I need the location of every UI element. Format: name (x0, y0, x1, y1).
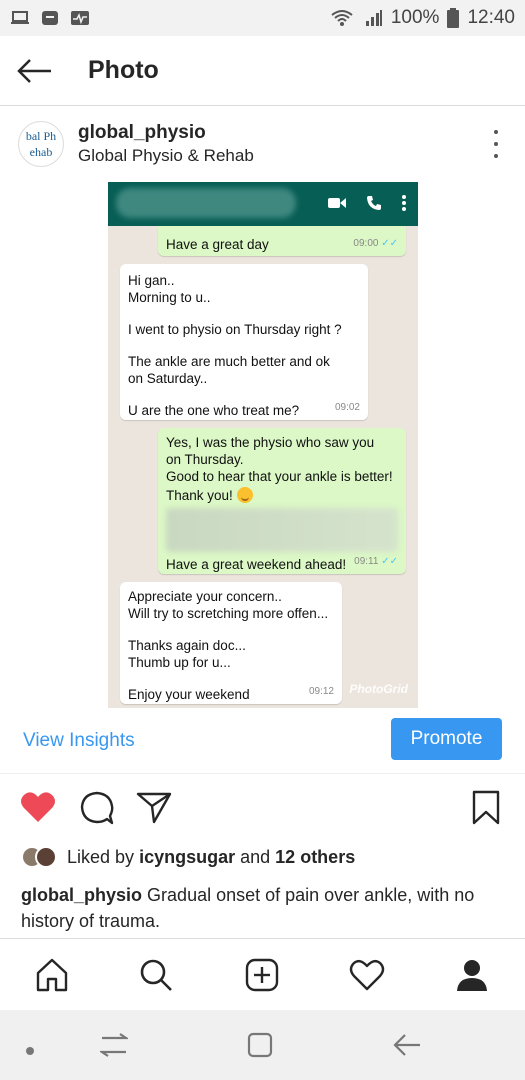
message-text: I went to physio on Thursday right ? (128, 322, 342, 337)
nav-search[interactable] (138, 957, 174, 993)
post-caption: global_physio Gradual onset of pain over… (21, 882, 501, 934)
avatar-logo-text: ehab (29, 145, 53, 159)
nav-new-post[interactable] (244, 957, 280, 993)
video-call-icon (328, 198, 346, 208)
recent-apps-icon (98, 1033, 130, 1057)
send-icon (136, 792, 172, 824)
bottom-navigation (0, 938, 525, 1010)
message-text: Morning to u.. (128, 290, 211, 305)
blurred-contact (116, 188, 296, 218)
promote-button[interactable]: Promote (391, 718, 502, 760)
back-system-button[interactable] (392, 1032, 422, 1063)
message-text: Hi gan.. (128, 273, 175, 288)
system-navigation (0, 1010, 525, 1080)
signal-icon (365, 10, 382, 26)
add-post-icon (245, 958, 279, 992)
likes-prefix: Liked by (67, 846, 135, 867)
likes-summary[interactable]: Liked by icyngsugar and 12 others (21, 846, 355, 868)
caption-username[interactable]: global_physio (21, 885, 142, 905)
message-text: Enjoy your weekend (128, 687, 250, 702)
like-button[interactable] (20, 790, 56, 829)
clock: 12:40 (467, 7, 515, 28)
insights-row: View Insights Promote (0, 708, 525, 774)
wifi-icon (331, 10, 353, 26)
post-username[interactable]: global_physio (78, 122, 254, 144)
view-insights-link[interactable]: View Insights (23, 730, 135, 752)
message-text: U are the one who treat me? (128, 403, 300, 418)
menu-dots-icon (402, 195, 406, 211)
message-time: 09:12 (308, 686, 334, 697)
message-text: on Saturday.. (128, 371, 208, 386)
post-header: bal Ph ehab global_physio Global Physio … (0, 106, 525, 182)
message-time: 09:00 ✓✓ (353, 238, 398, 249)
share-button[interactable] (136, 790, 172, 831)
message-text: Thank you! (166, 488, 233, 503)
system-back-icon (393, 1034, 420, 1056)
message-text: Yes, I was the physio who saw you (166, 435, 375, 450)
chat-message-outgoing: Yes, I was the physio who saw you on Thu… (158, 428, 406, 574)
liker-username[interactable]: icyngsugar (139, 847, 235, 867)
heart-outline-icon (349, 959, 385, 991)
more-options-icon[interactable] (491, 130, 501, 158)
laptop-icon (11, 11, 29, 24)
home-system-button[interactable] (247, 1032, 273, 1063)
phone-icon (367, 196, 381, 210)
post-photo[interactable]: Have a great day 09:00 ✓✓ Hi gan.. Morni… (108, 182, 418, 708)
app-notification-icon (42, 11, 58, 25)
chat-message-incoming: Appreciate your concern.. Will try to sc… (120, 582, 342, 704)
back-button[interactable] (0, 36, 70, 106)
comment-icon (80, 791, 114, 825)
message-text: Will try to scretching more offen... (128, 606, 329, 621)
smile-emoji-icon (236, 487, 253, 503)
blurred-text (166, 508, 398, 552)
save-button[interactable] (471, 790, 501, 831)
post-location[interactable]: Global Physio & Rehab (78, 146, 254, 166)
profile-icon (457, 960, 487, 991)
search-icon (140, 959, 172, 991)
heart-filled-icon (21, 792, 55, 822)
liker-avatar (35, 846, 57, 868)
chat-message-incoming: Hi gan.. Morning to u.. I went to physio… (120, 264, 368, 420)
watermark: PhotoGrid (349, 682, 408, 696)
page-title: Photo (88, 56, 159, 84)
message-time: 09:02 (334, 402, 360, 413)
post-actions (0, 778, 525, 840)
dot-indicator-icon (26, 1042, 34, 1060)
nav-home[interactable] (34, 957, 70, 993)
message-text: Appreciate your concern.. (128, 589, 282, 604)
home-icon (36, 958, 68, 992)
message-time: 09:11 ✓✓ (354, 556, 398, 567)
likes-others[interactable]: 12 others (275, 847, 355, 867)
chat-header (108, 182, 418, 226)
top-app-bar: Photo (0, 36, 525, 106)
message-text: Thanks again doc... (128, 638, 246, 653)
avatar[interactable]: bal Ph ehab (18, 121, 64, 167)
message-text: The ankle are much better and ok (128, 354, 330, 369)
message-text: Thumb up for u... (128, 655, 231, 670)
battery-percent: 100% (390, 7, 440, 28)
likes-and: and (240, 846, 271, 867)
activity-icon (71, 11, 89, 25)
nav-activity[interactable] (349, 957, 385, 993)
nav-profile[interactable] (454, 957, 490, 993)
recent-apps-button[interactable] (98, 1032, 130, 1063)
status-bar: 100% 12:40 (0, 0, 525, 36)
back-arrow-icon (17, 58, 51, 83)
message-text: on Thursday. (166, 452, 244, 467)
battery-icon (447, 8, 460, 28)
bookmark-icon (472, 790, 500, 825)
avatar-logo-text: bal Ph (25, 129, 57, 143)
comment-button[interactable] (79, 790, 115, 831)
home-square-icon (247, 1032, 273, 1058)
message-text: Good to hear that your ankle is better! (166, 469, 393, 484)
chat-message-outgoing: Have a great day 09:00 ✓✓ (158, 226, 406, 256)
